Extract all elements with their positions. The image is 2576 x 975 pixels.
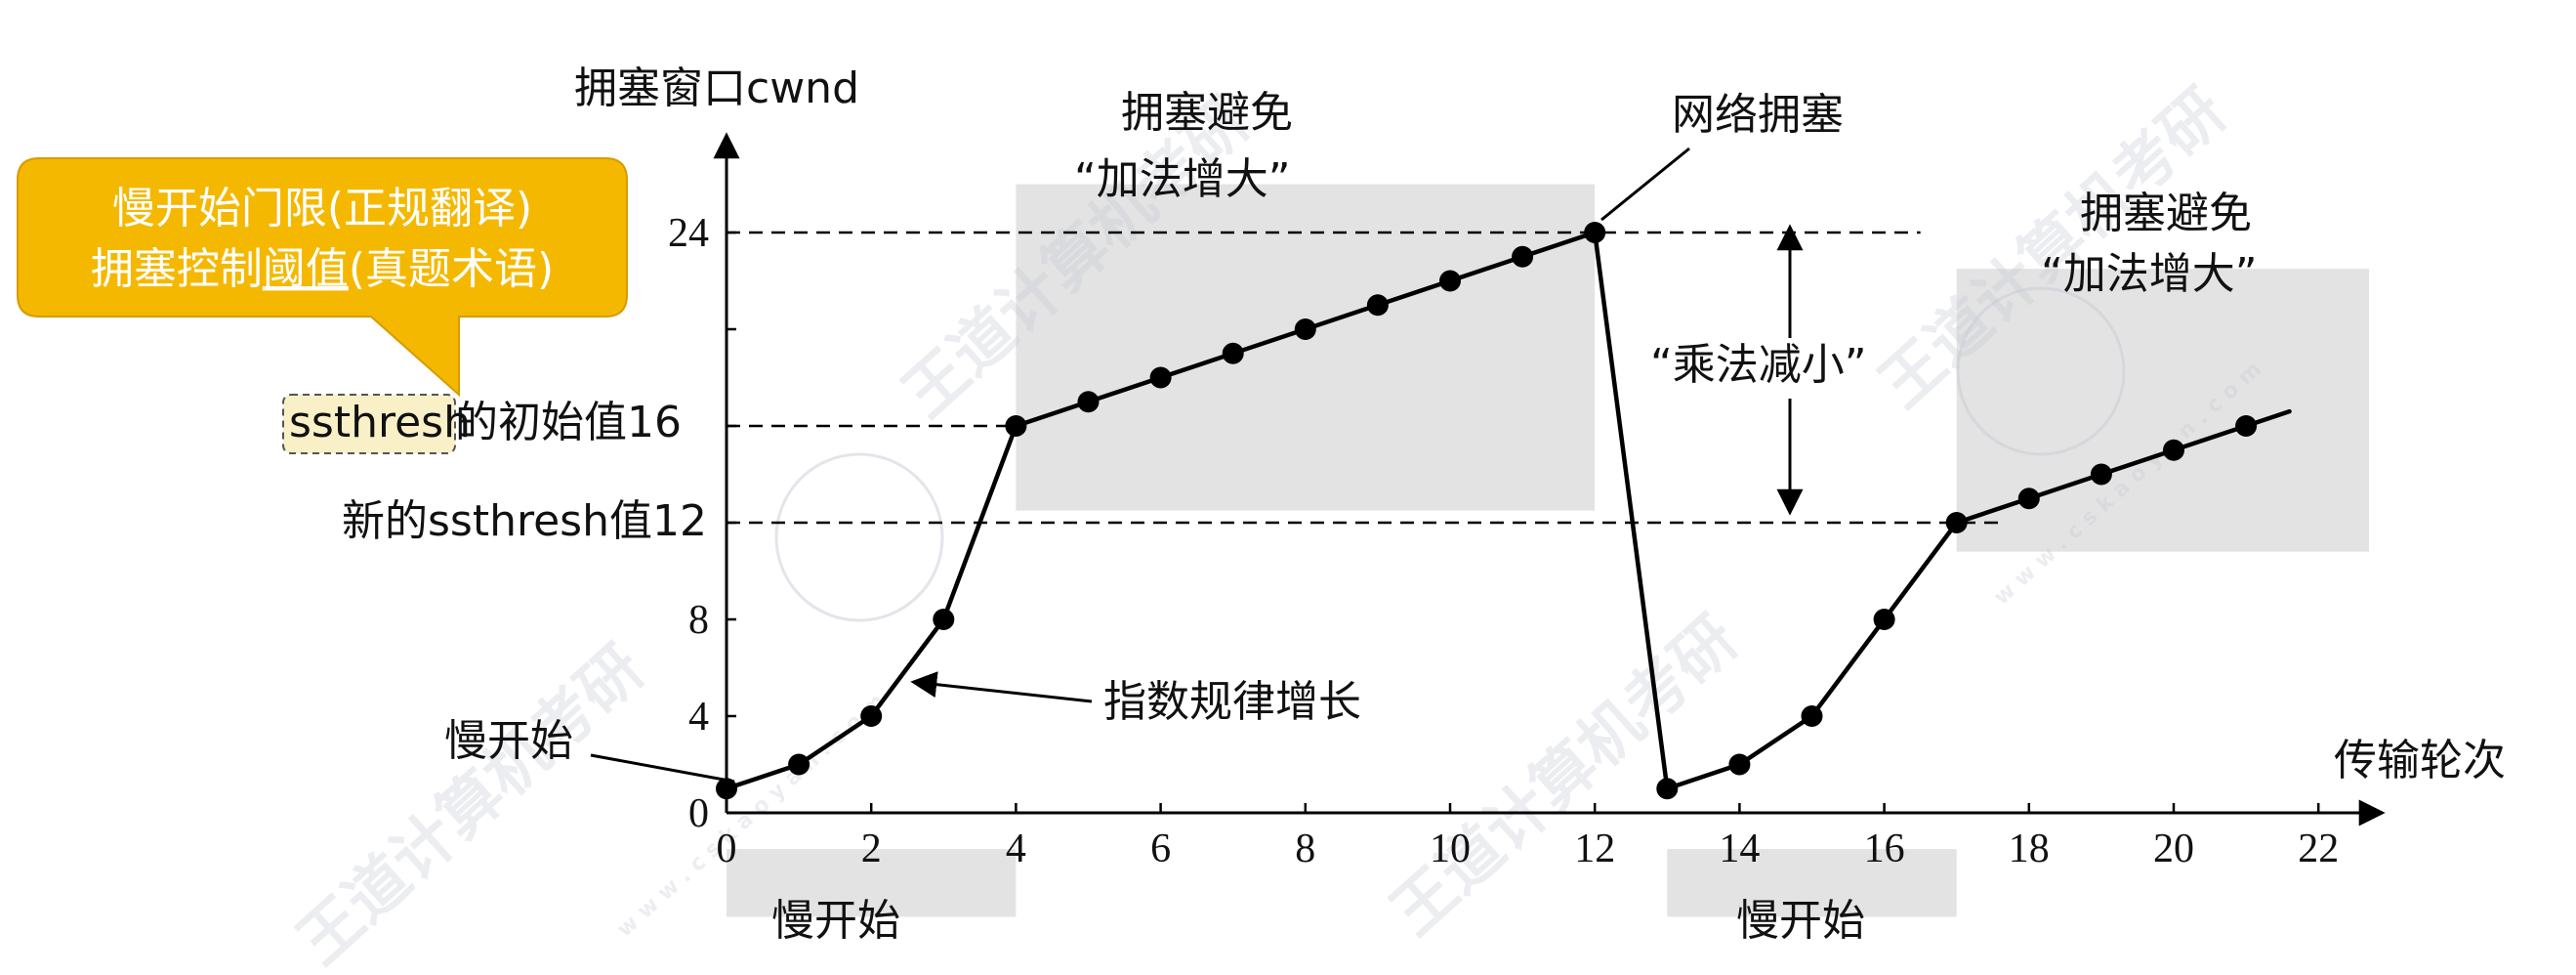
series-1-point [1149,366,1172,389]
ca-title-2: 拥塞避免 [2080,189,2252,238]
x-tick-label: 4 [1006,827,1026,871]
ssthresh-initial-label: 的初始值16 [455,398,682,447]
slow-start-box-2: 慢开始 [1736,896,1865,946]
series-2-point [1728,753,1751,776]
series-2-segment [1737,713,1814,767]
series-2-segment [1665,762,1742,791]
ca-subtitle-1: “加法增大” [1074,154,1291,204]
series-2-point [1801,705,1823,727]
exp-growth-label: 指数规律增长 [1103,677,1361,727]
watermark-text: 王道计算机考研 [284,632,657,975]
threshold-callout: 慢开始门限(正规翻译) 拥塞控制阈值(真题术语) [17,157,628,398]
series-2-point [2163,439,2184,461]
series-1-point [1512,245,1534,268]
y-tick-label: 0 [688,791,709,836]
slow-start-box-1: 慢开始 [771,896,900,946]
series-1-point [1005,415,1027,437]
ssthresh-initial-word: ssthresh [289,398,471,447]
x-tick-label: 18 [2009,827,2050,871]
callout-line-1: 慢开始门限(正规翻译) [112,184,532,233]
x-tick-label: 22 [2298,827,2339,871]
series-2-point [2090,463,2112,486]
series-1-point [1584,222,1606,243]
series-1-point [1294,318,1316,340]
ca-subtitle-2: “加法增大” [2041,249,2258,299]
series-2-segment [1809,616,1887,719]
series-2-segment [1882,520,1959,622]
series-1-point [1222,342,1244,364]
x-tick-label: 10 [1430,827,1471,871]
y-tick-label: 24 [668,211,709,256]
series-1-point [1439,270,1461,292]
x-axis-label: 传输轮次 [2334,736,2506,785]
series-2-point [1945,512,1968,533]
series-2-point [2017,488,2040,510]
congestion-window-chart: 王道计算机考研 王道计算机考研 王道计算机考研 王道计算机考研 w w w . … [17,64,2506,975]
x-tick-label: 0 [717,827,737,871]
ca-title-1: 拥塞避免 [1121,88,1293,138]
series-2-point [1873,609,1895,630]
y-tick-label: 4 [688,695,709,740]
y-axis-label: 拥塞窗口cwnd [574,64,859,113]
x-tick-label: 2 [861,827,882,871]
callout-line-2-prefix: 拥塞控制 [91,244,263,294]
slow-start-pointer-label: 慢开始 [444,716,573,766]
exp-growth-arrow [910,671,1093,703]
callout-line-2: 拥塞控制阈值(真题术语) [91,244,554,294]
callout-line-2-suffix: (真题术语) [349,244,554,294]
callout-line-2-underlined: 阈值 [263,244,349,294]
watermark-seal-icon [774,452,944,622]
congestion-label: 网络拥塞 [1672,90,1844,140]
slow-start-pointer-line [590,753,735,784]
x-tick-label: 12 [1574,827,1615,871]
x-tick-label: 14 [1719,827,1760,871]
mult-decrease-label: “乘法减小” [1650,340,1867,390]
series-2-point [2235,415,2258,437]
x-tick-label: 6 [1150,827,1171,871]
series-2-point [1656,778,1679,800]
x-tick-label: 16 [1864,827,1905,871]
series-1-point [933,609,955,630]
series-1-point [1366,294,1389,317]
series-1-segment [868,616,946,719]
x-tick-label: 8 [1295,827,1315,871]
series-1-point [860,705,883,727]
congestion-pointer-line [1600,147,1690,222]
series-1-point [1077,391,1100,413]
new-ssthresh-label: 新的ssthresh值12 [342,496,707,546]
y-tick-label: 8 [688,598,709,643]
x-tick-label: 20 [2153,827,2194,871]
series-1-point [788,753,810,776]
